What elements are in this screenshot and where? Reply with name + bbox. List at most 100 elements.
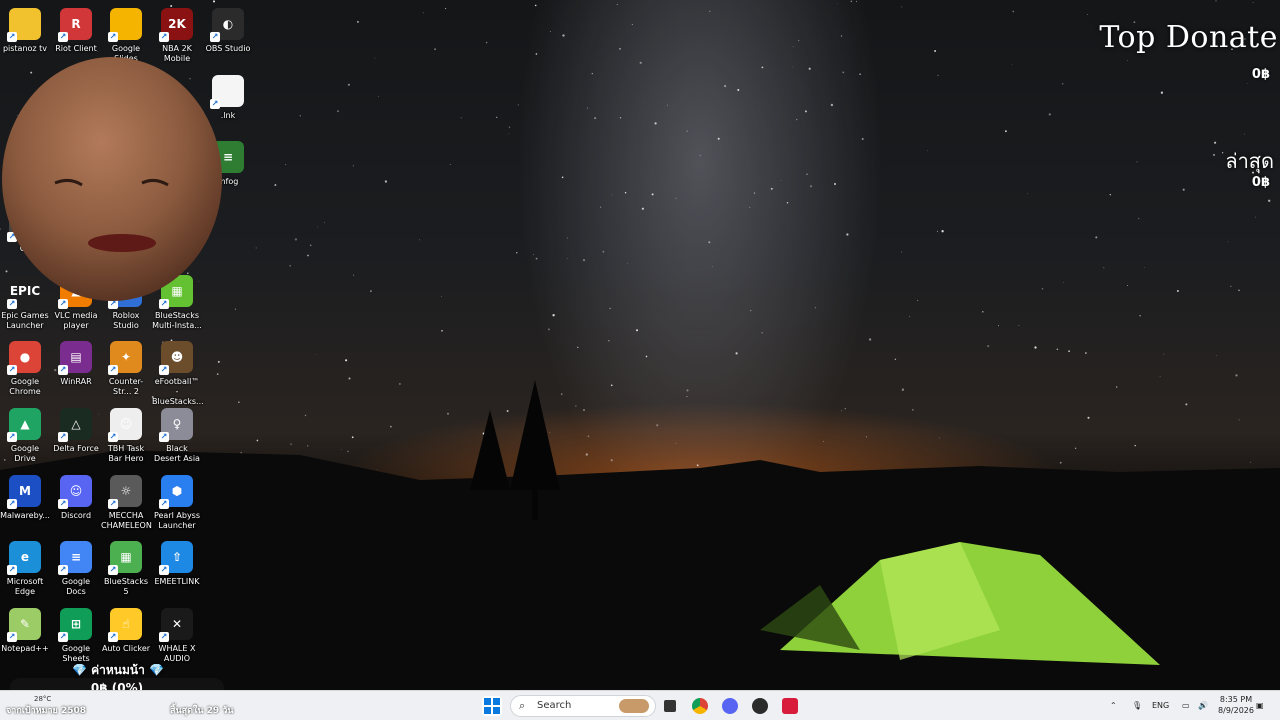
shortcut-arrow-icon: ↗ xyxy=(159,499,169,509)
desktop-icon[interactable]: ✦ ↗ Counter-Str... 2 xyxy=(101,338,151,397)
language-indicator[interactable]: ENG xyxy=(1152,691,1169,720)
desktop-icon-label: BlueStacks Multi-Insta... xyxy=(152,311,202,330)
network-icon[interactable]: ▭ xyxy=(1182,691,1190,720)
desktop-icon[interactable]: ⊞ ↗ Google Sheets xyxy=(51,605,101,664)
efootball-icon: ☻ ↗ xyxy=(159,341,193,375)
desktop-icon[interactable]: ● ↗ Google Chrome xyxy=(0,338,50,397)
desktop-icon-label: MECCHA CHAMELEON xyxy=(101,511,152,530)
desktop-icon[interactable]: △ ↗ Delta Force xyxy=(51,405,101,454)
malwarebytes-icon: M ↗ xyxy=(7,475,41,509)
donation-goal-remaining-days: สิ้นสุดใน 29 วัน xyxy=(170,706,234,716)
riot-client-icon: R ↗ xyxy=(58,8,92,42)
windows-start-icon[interactable] xyxy=(482,696,502,716)
desktop-icon-label: BlueStacks 5 xyxy=(103,577,149,596)
desktop-icon[interactable]: ▦ ↗ BlueStacks 5 xyxy=(101,538,151,597)
delta-force-icon: △ ↗ xyxy=(58,408,92,442)
shortcut-arrow-icon: ↗ xyxy=(159,432,169,442)
desktop-icon-label: WinRAR xyxy=(60,377,92,386)
desktop-icon[interactable]: ◐ ↗ OBS Studio xyxy=(203,5,253,54)
clock-time: 8:35 PM xyxy=(1219,695,1253,704)
desktop-icon[interactable]: M ↗ Malwareby... xyxy=(0,472,50,521)
folder-icon: ↗ xyxy=(7,8,41,42)
desktop-icon-label: Malwareby... xyxy=(0,511,50,520)
shortcut-arrow-icon: ↗ xyxy=(7,499,17,509)
google-drive-icon: ▲ ↗ xyxy=(7,408,41,442)
desktop-icon[interactable]: ☺ ↗ Discord xyxy=(51,472,101,521)
weather-widget[interactable]: 28°C xyxy=(34,695,51,703)
desktop-icon-label: pistanoz tv xyxy=(2,44,48,53)
desktop-icon[interactable]: ↗ pistanoz tv xyxy=(0,5,50,54)
desktop-icon[interactable]: ≡ ↗ Google Docs xyxy=(51,538,101,597)
desktop-icon[interactable]: ✕ ↗ WHALE X AUDIO xyxy=(152,605,202,664)
shortcut-arrow-icon: ↗ xyxy=(58,632,68,642)
shortcut-arrow-icon: ↗ xyxy=(7,32,17,42)
show-hidden-icons-chevron-icon[interactable]: ⌃ xyxy=(1110,691,1117,720)
desktop-icon[interactable]: ▲ ↗ Google Drive xyxy=(0,405,50,464)
desktop-icon[interactable]: ✎ ↗ Notepad++ xyxy=(0,605,50,654)
shortcut-arrow-icon: ↗ xyxy=(7,632,17,642)
desktop-icon-label: Pearl Abyss Launcher xyxy=(153,511,201,530)
shortcut-arrow-icon: ↗ xyxy=(108,432,118,442)
google-sheets-icon: ⊞ ↗ xyxy=(58,608,92,642)
desktop-icon-label: Microsoft Edge xyxy=(6,577,44,596)
notepad-plus-plus-icon: ✎ ↗ xyxy=(7,608,41,642)
desktop-icon[interactable]: ☺ ↗ TBH Task Bar Hero xyxy=(101,405,151,464)
chrome-icon: ● ↗ xyxy=(7,341,41,375)
shortcut-arrow-icon: ↗ xyxy=(210,32,220,42)
edge-icon: e ↗ xyxy=(7,541,41,575)
bluestacks-icon: ▦ ↗ xyxy=(108,541,142,575)
desktop-icon[interactable]: ♀ ↗ Black Desert Asia xyxy=(152,405,202,464)
shortcut-arrow-icon: ↗ xyxy=(7,365,17,375)
desktop-icon-label: Notepad++ xyxy=(1,644,49,653)
taskbar-clock[interactable]: 8:35 PM 8/9/2026 xyxy=(1216,694,1256,716)
desktop-icon[interactable]: e ↗ Microsoft Edge xyxy=(0,538,50,597)
obs-taskbar-icon[interactable] xyxy=(750,696,770,716)
desktop-icon[interactable]: ☝ ↗ Auto Clicker xyxy=(101,605,151,654)
search-icon: ⌕ xyxy=(519,699,526,712)
desktop-icon-label: Google Drive xyxy=(10,444,40,463)
taskbar-search-input[interactable]: ⌕ Search xyxy=(510,695,656,717)
desktop-icon-label: OBS Studio xyxy=(205,44,251,53)
shortcut-arrow-icon: ↗ xyxy=(58,432,68,442)
meccha-icon: ☼ ↗ xyxy=(108,475,142,509)
shortcut-arrow-icon: ↗ xyxy=(108,365,118,375)
shortcut-arrow-icon: ↗ xyxy=(58,32,68,42)
desktop-icon-label: VLC media player xyxy=(54,311,98,330)
chrome-taskbar-icon[interactable] xyxy=(690,696,710,716)
volume-icon[interactable]: 🔊 xyxy=(1198,691,1208,720)
task-view-icon[interactable] xyxy=(660,696,680,716)
search-placeholder: Search xyxy=(537,700,572,711)
desktop-icon[interactable]: ▤ ↗ WinRAR xyxy=(51,338,101,387)
discord-taskbar-icon[interactable] xyxy=(720,696,740,716)
desktop-icon-label: Black Desert Asia xyxy=(154,444,200,463)
discord-icon: ☺ ↗ xyxy=(58,475,92,509)
auto-clicker-icon: ☝ ↗ xyxy=(108,608,142,642)
google-docs-icon: ≡ ↗ xyxy=(58,541,92,575)
desktop-icon-label: Epic Games Launcher xyxy=(1,311,49,330)
shortcut-arrow-icon: ↗ xyxy=(7,432,17,442)
shortcut-arrow-icon: ↗ xyxy=(108,499,118,509)
notification-icon[interactable]: ▣ xyxy=(1256,691,1264,720)
desktop-icon[interactable]: ⬢ ↗ Pearl Abyss Launcher xyxy=(152,472,202,531)
pearl-abyss-icon: ⬢ ↗ xyxy=(159,475,193,509)
desktop-icon[interactable]: ⇧ ↗ EMEETLINK xyxy=(152,538,202,587)
coconut-avatar xyxy=(2,57,222,301)
streaming-app-taskbar-icon[interactable] xyxy=(780,696,800,716)
nba-2k-icon: 2K ↗ xyxy=(159,8,193,42)
desktop-icon[interactable]: ☼ ↗ MECCHA CHAMELEON xyxy=(101,472,152,531)
latest-donate-amount: 0฿ xyxy=(1251,175,1270,190)
desktop-icon-label: Google Docs xyxy=(61,577,91,596)
shortcut-arrow-icon: ↗ xyxy=(108,632,118,642)
desktop-icon[interactable]: ☻ ↗ eFootball™ - BlueStacks... xyxy=(152,338,204,407)
desktop-icon-label: EMEETLINK xyxy=(154,577,200,586)
desktop-icon-label: Riot Client xyxy=(55,44,97,53)
shortcut-arrow-icon: ↗ xyxy=(108,565,118,575)
desktop-icon[interactable]: R ↗ Riot Client xyxy=(51,5,101,54)
shortcut-arrow-icon: ↗ xyxy=(159,32,169,42)
emeetlink-icon: ⇧ ↗ xyxy=(159,541,193,575)
microphone-icon[interactable]: 🎙 xyxy=(1132,691,1142,720)
clock-date: 8/9/2026 xyxy=(1218,706,1254,715)
search-highlight-icon xyxy=(619,699,649,713)
shortcut-arrow-icon: ↗ xyxy=(159,565,169,575)
shortcut-arrow-icon: ↗ xyxy=(159,365,169,375)
